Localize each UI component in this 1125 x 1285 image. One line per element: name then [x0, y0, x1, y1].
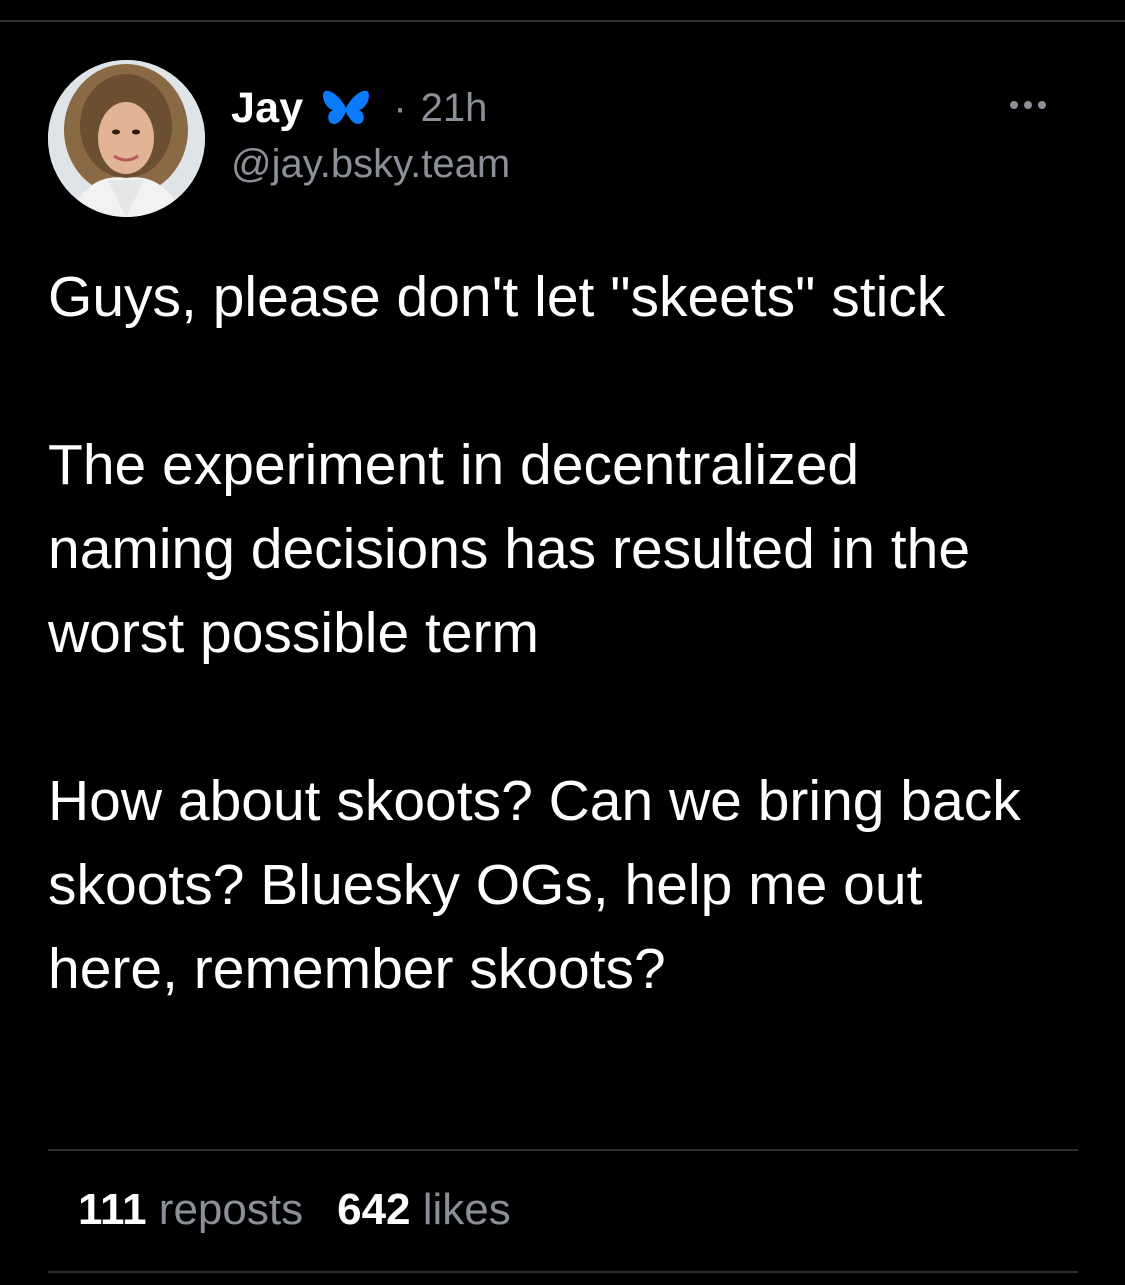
- post-paragraph: Guys, please don't let "skeets" stick: [48, 265, 946, 329]
- reposts-stat[interactable]: 111 reposts: [78, 1185, 303, 1235]
- post-paragraph: How about skoots? Can we bring back skoo…: [48, 769, 1021, 1001]
- more-options-icon[interactable]: [998, 90, 1058, 120]
- more-dot: [1024, 101, 1032, 109]
- stats-divider-bottom: [48, 1271, 1078, 1273]
- post-paragraph: The experiment in decentralized naming d…: [48, 433, 971, 665]
- more-dot: [1010, 101, 1018, 109]
- reposts-label: reposts: [158, 1185, 304, 1234]
- post-timestamp[interactable]: 21h: [421, 86, 488, 131]
- author-info: Jay · 21h @jay.bsky.team: [231, 80, 931, 187]
- post-body: Guys, please don't let "skeets" stick Th…: [48, 255, 1048, 1011]
- reposts-count: 111: [78, 1185, 147, 1234]
- post-header: Jay · 21h @jay.bsky.team: [48, 60, 1078, 220]
- author-display-name[interactable]: Jay: [231, 84, 303, 133]
- post-card: Jay · 21h @jay.bsky.team Guys, please do…: [0, 0, 1125, 1285]
- more-dot: [1038, 101, 1046, 109]
- likes-count: 642: [337, 1185, 411, 1234]
- engagement-stats: 111 reposts 642 likes: [78, 1185, 511, 1235]
- separator-dot: ·: [393, 85, 407, 130]
- avatar-image: [48, 60, 205, 217]
- stats-divider-top: [48, 1149, 1078, 1151]
- name-row: Jay · 21h: [231, 80, 931, 136]
- likes-stat[interactable]: 642 likes: [337, 1185, 511, 1235]
- author-handle[interactable]: @jay.bsky.team: [231, 142, 931, 187]
- avatar[interactable]: [48, 60, 205, 217]
- butterfly-icon: [321, 86, 371, 130]
- likes-label: likes: [422, 1185, 511, 1234]
